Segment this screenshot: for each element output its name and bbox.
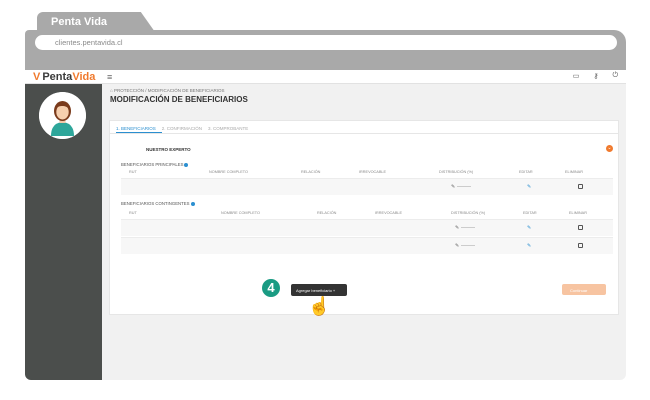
pointer-hand-icon: ☝: [308, 296, 331, 316]
table-row: ✎ ✎: [121, 237, 613, 254]
col-nombre: NOMBRE COMPLETO: [209, 170, 248, 174]
wizard-steps: 1. BENEFICIARIOS 2. CONFIRMACIÓN 3. COMP…: [110, 121, 618, 134]
browser-window: Penta Vida clientes.pentavida.cl V Penta…: [25, 12, 626, 380]
contingent-section-title: BENEFICIARIOS CONTINGENTES: [121, 201, 195, 206]
principal-section-label: BENEFICIARIOS PRINCIPALES: [121, 162, 184, 167]
address-bar[interactable]: clientes.pentavida.cl: [35, 35, 617, 50]
contingent-table-header: RUT NOMBRE COMPLETO RELACIÓN IRREVOCABLE…: [121, 211, 613, 219]
pencil-icon: ✎: [455, 243, 460, 249]
user-avatar-icon: [39, 92, 86, 139]
home-icon[interactable]: ⌂: [110, 88, 113, 93]
logo-text-part2: Vida: [72, 71, 96, 83]
step-comprobante[interactable]: 3. COMPROBANTE: [208, 121, 254, 133]
table-row: ✎ ✎: [121, 178, 613, 195]
key-icon[interactable]: ⚷: [593, 72, 598, 80]
browser-tab-title: Penta Vida: [51, 16, 108, 28]
principal-table-header: RUT NOMBRE COMPLETO RELACIÓN IRREVOCABLE…: [121, 170, 613, 178]
continue-label: Continuar: [570, 287, 588, 293]
avatar[interactable]: [39, 92, 86, 139]
breadcrumb: ⌂ PROTECCIÓN / MODIFICACIÓN DE BENEFICIA…: [110, 88, 225, 93]
edit-pencil-icon[interactable]: ✎: [527, 184, 531, 190]
delete-checkbox[interactable]: [578, 184, 583, 189]
add-beneficiary-button[interactable]: Agregar beneficiario +: [291, 284, 347, 296]
page-title: MODIFICACIÓN DE BENEFICIARIOS: [110, 95, 248, 104]
browser-tab[interactable]: Penta Vida: [37, 12, 155, 32]
col-relacion: RELACIÓN: [301, 170, 321, 174]
beneficiaries-card: 1. BENEFICIARIOS 2. CONFIRMACIÓN 3. COMP…: [109, 120, 619, 315]
col-nombre: NOMBRE COMPLETO: [221, 211, 260, 215]
col-editar: EDITAR: [519, 170, 533, 174]
delete-checkbox[interactable]: [578, 243, 583, 248]
step-confirmacion[interactable]: 2. CONFIRMACIÓN: [162, 121, 208, 133]
pencil-icon: ✎: [455, 225, 460, 231]
browser-chrome: clientes.pentavida.cl: [25, 30, 626, 70]
step-beneficiarios[interactable]: 1. BENEFICIARIOS: [116, 121, 162, 133]
edit-pencil-icon[interactable]: ✎: [527, 225, 531, 231]
principal-section-title: BENEFICIARIOS PRINCIPALES: [121, 162, 189, 167]
chevron-down-icon[interactable]: ⌄: [606, 145, 613, 152]
col-rut: RUT: [129, 170, 137, 174]
edit-pencil-icon[interactable]: ✎: [527, 243, 531, 249]
main-content: ⌂ PROTECCIÓN / MODIFICACIÓN DE BENEFICIA…: [102, 84, 626, 380]
info-icon[interactable]: [184, 162, 189, 167]
logo-text-part1: Penta: [42, 71, 73, 83]
address-bar-url: clientes.pentavida.cl: [55, 38, 123, 47]
contingent-section-label: BENEFICIARIOS CONTINGENTES: [121, 201, 190, 206]
col-rut: RUT: [129, 211, 137, 215]
id-card-icon[interactable]: ▭: [573, 72, 580, 80]
hamburger-icon[interactable]: ≡: [107, 72, 112, 82]
sidebar: [25, 84, 102, 380]
col-editar: EDITAR: [523, 211, 537, 215]
toolbar-icons: ▭ ⚷ ⏻: [573, 72, 618, 80]
col-irrevocable: IRREVOCABLE: [375, 211, 403, 215]
delete-checkbox[interactable]: [578, 225, 583, 230]
continue-button[interactable]: Continuar: [562, 284, 606, 295]
step-number-badge: 4: [260, 277, 282, 299]
app-topbar: V Penta Vida ≡ ▭ ⚷ ⏻: [25, 70, 626, 84]
info-icon[interactable]: [190, 201, 195, 206]
expert-section-label: NUESTRO EXPERTO: [146, 147, 191, 152]
table-row: ✎ ✎: [121, 219, 613, 236]
pencil-icon: ✎: [451, 184, 456, 190]
breadcrumb-text: PROTECCIÓN / MODIFICACIÓN DE BENEFICIARI…: [113, 88, 225, 93]
col-eliminar: ELIMINAR: [565, 170, 583, 174]
power-icon[interactable]: ⏻: [612, 72, 618, 80]
col-eliminar: ELIMINAR: [569, 211, 587, 215]
distribution-input[interactable]: [457, 186, 471, 187]
col-distribucion: DISTRIBUCIÓN (%): [451, 211, 486, 215]
logo-mark-icon: V: [33, 71, 41, 83]
distribution-input[interactable]: [461, 227, 475, 228]
distribution-input[interactable]: [461, 245, 475, 246]
col-irrevocable: IRREVOCABLE: [359, 170, 387, 174]
step-number-text: 4: [267, 280, 275, 295]
penta-vida-logo[interactable]: V Penta Vida: [33, 71, 95, 83]
col-relacion: RELACIÓN: [317, 211, 337, 215]
col-distribucion: DISTRIBUCIÓN (%): [439, 170, 474, 174]
app-viewport: V Penta Vida ≡ ▭ ⚷ ⏻ ⌂ PROTECCIÓN / MODI…: [25, 70, 626, 380]
add-beneficiary-label: Agregar beneficiario +: [296, 288, 336, 293]
